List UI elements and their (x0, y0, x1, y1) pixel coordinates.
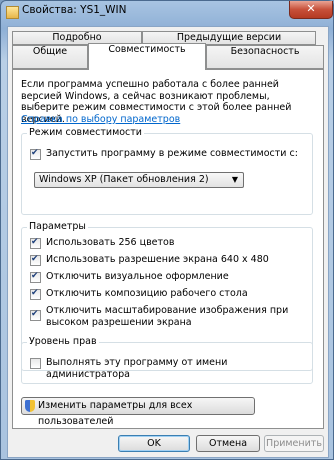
ok-button[interactable]: OK (118, 435, 190, 452)
tab-label: Подробно (52, 32, 102, 43)
group-title: Параметры (27, 221, 88, 232)
setting-256-colors[interactable]: Использовать 256 цветов (30, 237, 174, 249)
checkbox[interactable] (30, 271, 41, 283)
checkbox-label: Отключить визуальное оформление (46, 271, 229, 282)
button-label: Отмена (208, 438, 248, 449)
checkbox[interactable] (30, 148, 41, 160)
title-bar: Свойства: YS1_WIN ✕ (1, 1, 334, 25)
checkbox[interactable] (30, 358, 41, 369)
checkbox-label: Отключить композицию рабочего стола (46, 288, 248, 299)
privilege-group: Уровень прав Выполнять эту программу от … (21, 336, 313, 384)
tab-label: Совместимость (108, 44, 186, 55)
select-value: Windows XP (Пакет обновления 2) (39, 174, 209, 185)
tab-general[interactable]: Общие (12, 45, 88, 69)
window-title: Свойства: YS1_WIN (22, 4, 127, 16)
group-title: Уровень прав (27, 336, 99, 347)
file-icon (6, 6, 19, 19)
tab-security[interactable]: Безопасность (206, 45, 324, 69)
tab-label: Общие (32, 46, 68, 57)
close-icon: ✕ (306, 2, 316, 15)
compat-mode-checkbox[interactable]: Запустить программу в режиме совместимос… (30, 148, 298, 160)
properties-window: Свойства: YS1_WIN ✕ Подробно Предыдущие … (0, 0, 334, 460)
uac-shield-icon (25, 400, 35, 412)
chevron-down-icon: ▼ (231, 175, 238, 184)
checkbox[interactable] (30, 237, 41, 249)
group-title: Режим совместимости (27, 127, 144, 138)
checkbox[interactable] (30, 254, 41, 266)
checkbox-label: Выполнять эту программу от имени админис… (46, 357, 228, 380)
cancel-button[interactable]: Отмена (196, 435, 260, 452)
setting-640x480[interactable]: Использовать разрешение экрана 640 x 480 (30, 254, 269, 266)
tab-compatibility[interactable]: Совместимость (88, 43, 206, 70)
button-label: OK (147, 438, 161, 449)
setting-visual-themes[interactable]: Отключить визуальное оформление (30, 271, 229, 283)
dialog-client: Подробно Предыдущие версии Общие Совмест… (7, 26, 329, 458)
checkbox-label: Использовать разрешение экрана 640 x 480 (46, 254, 269, 265)
apply-button[interactable]: Применить (264, 435, 324, 452)
checkbox-label: Отключить масштабирование изображения пр… (46, 305, 289, 328)
checkbox[interactable] (30, 309, 41, 321)
setting-dpi-scaling[interactable]: Отключить масштабирование изображения пр… (30, 305, 292, 328)
checkbox-label: Использовать 256 цветов (46, 237, 175, 248)
checkbox-label: Запустить программу в режиме совместимос… (46, 148, 298, 159)
compat-mode-group: Режим совместимости Запустить программу … (21, 127, 313, 215)
close-button[interactable]: ✕ (289, 1, 333, 19)
setting-desktop-composition[interactable]: Отключить композицию рабочего стола (30, 288, 248, 300)
change-settings-all-users-button[interactable]: Изменить параметры для всех пользователе… (21, 397, 255, 427)
checkbox[interactable] (30, 288, 41, 300)
os-select[interactable]: Windows XP (Пакет обновления 2) ▼ (34, 172, 244, 188)
run-as-admin-checkbox[interactable]: Выполнять эту программу от имени админис… (30, 357, 312, 380)
tab-label: Безопасность (230, 46, 300, 57)
button-label: Применить (266, 438, 322, 449)
help-link[interactable]: Справка по выбору параметров (21, 114, 180, 125)
tab-label: Предыдущие версии (176, 32, 282, 43)
compatibility-panel: Если программа успешно работала с более … (12, 69, 324, 429)
button-label: Изменить параметры для всех пользователе… (38, 400, 193, 427)
